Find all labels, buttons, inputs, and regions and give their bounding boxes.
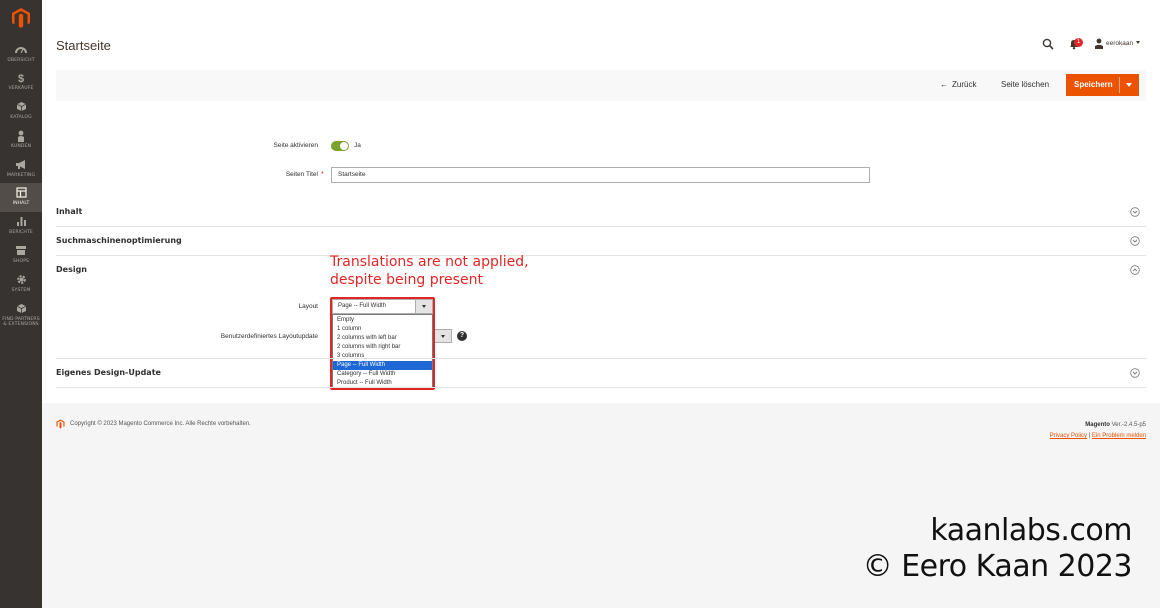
- active-label: Seite aktivieren: [273, 142, 318, 149]
- chevron-down-circle-icon[interactable]: [1130, 236, 1140, 246]
- sidebar-item-label: SHOPS: [12, 259, 30, 264]
- person-icon: [0, 130, 42, 144]
- section-design-title[interactable]: Design: [56, 265, 87, 275]
- sidebar-item-stores[interactable]: SHOPS: [0, 241, 42, 270]
- annotation-highlight-frame: [330, 297, 435, 390]
- admin-sidebar: ÜBERSICHT $ VERKÄUFE KATALOG KUNDEN MARK…: [0, 0, 42, 608]
- toggle-knob: [340, 142, 348, 150]
- sidebar-item-label: INHALT: [12, 201, 30, 206]
- sidebar-item-label: VERKÄUFE: [8, 86, 34, 91]
- annotation-line-1: Translations are not applied,: [330, 254, 529, 270]
- active-toggle-value: Ja: [354, 142, 361, 149]
- page-title: Startseite: [56, 38, 111, 53]
- magento-version: Magento Ver.-2.4.5-p5: [1085, 420, 1146, 430]
- footer-links: Privacy Policy | Ein Problem melden: [1050, 431, 1146, 441]
- megaphone-icon: [0, 159, 42, 173]
- save-button[interactable]: Speichern: [1066, 74, 1139, 96]
- sidebar-item-sales[interactable]: $ VERKÄUFE: [0, 68, 42, 97]
- sidebar-item-dashboard[interactable]: ÜBERSICHT: [0, 40, 42, 69]
- section-divider: [56, 387, 1146, 388]
- sidebar-item-catalog[interactable]: KATALOG: [0, 97, 42, 126]
- magento-brand-label: Magento: [1085, 422, 1110, 428]
- section-divider: [56, 255, 1146, 256]
- chevron-down-circle-icon[interactable]: [1130, 207, 1140, 217]
- section-custom-design-title[interactable]: Eigenes Design-Update: [56, 368, 161, 378]
- copyright-text: Copyright © 2023 Magento Commerce Inc. A…: [70, 421, 251, 427]
- sidebar-item-content[interactable]: INHALT: [0, 183, 42, 212]
- section-divider: [56, 226, 1146, 227]
- section-divider: [56, 358, 1146, 359]
- sidebar-item-label: ÜBERSICHT: [7, 58, 35, 63]
- store-icon: [0, 245, 42, 259]
- chevron-up-circle-icon[interactable]: [1130, 265, 1140, 275]
- sidebar-item-label: KATALOG: [10, 115, 32, 120]
- page-actions-bar: [56, 70, 1146, 101]
- active-toggle[interactable]: [331, 141, 349, 151]
- sidebar-item-partners[interactable]: FIND PARTNERS & EXTENSIONS: [0, 299, 42, 333]
- sidebar-item-label: SYSTEM: [11, 288, 31, 293]
- magento-logo-icon: [56, 419, 65, 429]
- sidebar-item-reports[interactable]: BERICHTE: [0, 212, 42, 241]
- back-button[interactable]: ← Zurück: [940, 80, 976, 90]
- sidebar-item-system[interactable]: SYSTEM: [0, 270, 42, 299]
- page-title-input[interactable]: Startseite: [331, 167, 870, 183]
- report-problem-link[interactable]: Ein Problem melden: [1092, 433, 1146, 439]
- sidebar-item-label: MARKETING: [6, 173, 36, 178]
- required-indicator: *: [321, 171, 324, 178]
- section-seo-title[interactable]: Suchmaschinenoptimierung: [56, 236, 182, 246]
- gear-icon: [0, 274, 42, 288]
- cube-icon: [0, 303, 42, 317]
- help-icon[interactable]: ?: [457, 331, 467, 341]
- watermark-line-2: © Eero Kaan 2023: [862, 549, 1133, 584]
- title-label: Seiten Titel: [285, 171, 318, 178]
- version-text: Ver.-2.4.5-p5: [1111, 422, 1146, 428]
- dashboard-icon: [0, 44, 42, 58]
- box-icon: [0, 101, 42, 115]
- chevron-down-circle-icon[interactable]: [1130, 368, 1140, 378]
- sidebar-item-label: BERICHTE: [9, 230, 33, 235]
- link-separator: |: [1088, 433, 1091, 439]
- back-button-label: Zurück: [952, 80, 977, 89]
- split-divider: [1119, 77, 1120, 93]
- bar-chart-icon: [0, 216, 42, 230]
- admin-user-name[interactable]: eerokaan: [1106, 38, 1133, 49]
- arrow-left-icon: ←: [940, 80, 948, 89]
- privacy-policy-link[interactable]: Privacy Policy: [1050, 433, 1087, 439]
- search-icon[interactable]: [1042, 38, 1054, 50]
- dollar-icon: $: [17, 73, 25, 85]
- chevron-down-icon[interactable]: [1136, 41, 1140, 44]
- delete-page-button[interactable]: Seite löschen: [1001, 80, 1049, 90]
- save-options-chevron-icon[interactable]: [1126, 83, 1132, 87]
- custom-layout-update-label: Benutzerdefiniertes Layoutupdate: [220, 333, 318, 340]
- sidebar-item-label: FIND PARTNERS & EXTENSIONS: [2, 317, 40, 327]
- save-button-label: Speichern: [1074, 80, 1113, 89]
- sidebar-item-label: KUNDEN: [10, 144, 32, 149]
- layout-label: Layout: [298, 303, 318, 310]
- sidebar-item-marketing[interactable]: MARKETING: [0, 155, 42, 184]
- sidebar-item-customers[interactable]: KUNDEN: [0, 126, 42, 155]
- section-content-title[interactable]: Inhalt: [56, 207, 82, 217]
- watermark-line-1: kaanlabs.com: [930, 513, 1132, 548]
- user-icon[interactable]: [1094, 38, 1104, 49]
- notification-count-badge[interactable]: 1: [1074, 38, 1083, 47]
- annotation-line-2: despite being present: [330, 272, 483, 288]
- chevron-down-icon: [441, 335, 445, 338]
- custom-layout-select[interactable]: [435, 329, 452, 343]
- content-icon: [0, 187, 42, 201]
- annotation-note: Translations are not applied, despite be…: [330, 253, 529, 289]
- magento-logo-icon[interactable]: [11, 7, 31, 29]
